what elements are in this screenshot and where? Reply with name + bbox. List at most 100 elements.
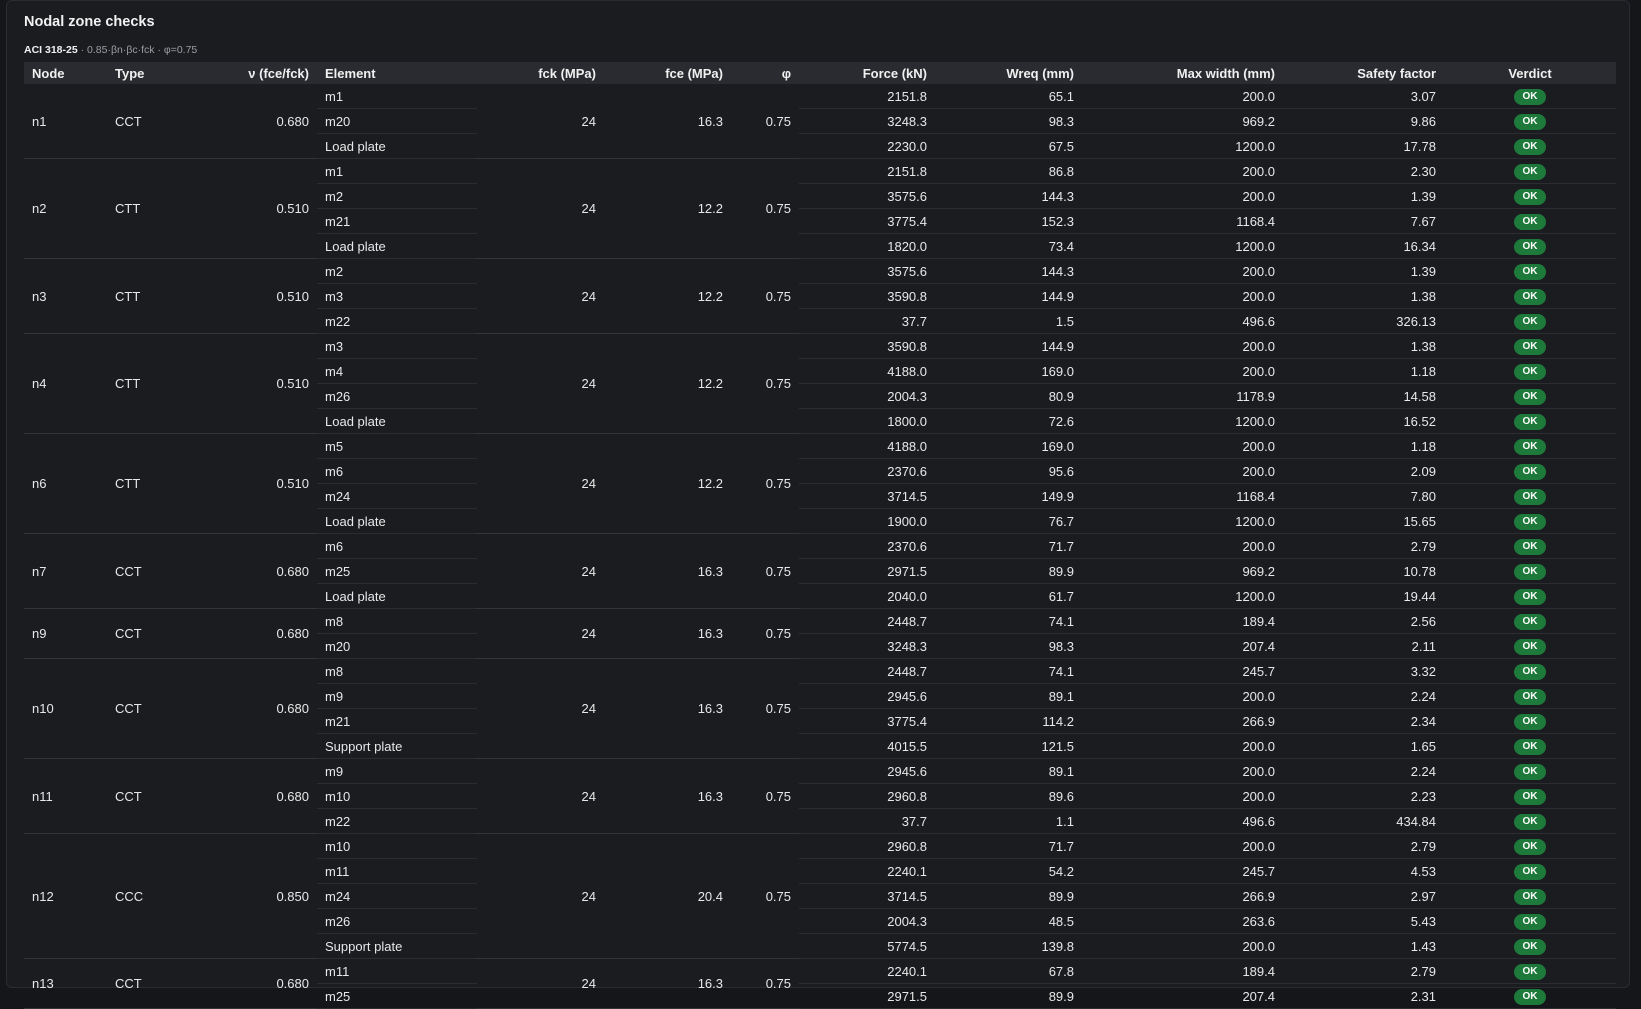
fce-cell: 12.2 <box>604 333 731 434</box>
force-cell: 4188.0 <box>799 358 935 384</box>
max-width-cell: 207.4 <box>1082 983 1283 1009</box>
verdict-cell: OK <box>1444 933 1616 959</box>
ok-badge: OK <box>1514 864 1546 880</box>
force-cell: 2448.7 <box>799 658 935 684</box>
table-row: n1 CCT 0.680 m1 24 16.3 0.75 2151.8 65.1 200.0 3.0… <box>24 84 1616 159</box>
force-cell: 2971.5 <box>799 983 935 1009</box>
safety-factor-cell: 4.53 <box>1283 858 1444 884</box>
fck-cell: 24 <box>477 958 604 1009</box>
wreq-cell: 65.1 <box>935 84 1082 109</box>
max-width-cell: 200.0 <box>1082 833 1283 859</box>
safety-factor-cell: 1.18 <box>1283 358 1444 384</box>
element-cell: m25 <box>317 983 477 1009</box>
col-fce[interactable]: fce (MPa) <box>604 62 731 84</box>
max-width-cell: 200.0 <box>1082 433 1283 459</box>
col-nu[interactable]: ν (fce/fck) <box>197 62 317 84</box>
type-cell: CTT <box>107 333 197 434</box>
verdict-cell: OK <box>1444 783 1616 809</box>
force-cell: 2971.5 <box>799 558 935 584</box>
element-cell: m8 <box>317 608 477 634</box>
wreq-cell: 114.2 <box>935 708 1082 734</box>
max-width-cell: 1200.0 <box>1082 583 1283 609</box>
node-cell: n4 <box>24 333 107 434</box>
wreq-cell: 144.3 <box>935 183 1082 209</box>
fce-cell: 16.3 <box>604 958 731 1009</box>
col-wreq[interactable]: Wreq (mm) <box>935 62 1082 84</box>
ok-badge: OK <box>1514 214 1546 230</box>
wreq-cell: 89.1 <box>935 758 1082 784</box>
force-cell: 3575.6 <box>799 183 935 209</box>
verdict-cell: OK <box>1444 208 1616 234</box>
wreq-cell: 95.6 <box>935 458 1082 484</box>
fck-cell: 24 <box>477 608 604 659</box>
force-cell: 2960.8 <box>799 833 935 859</box>
ok-badge: OK <box>1514 614 1546 630</box>
verdict-cell: OK <box>1444 533 1616 559</box>
fck-cell: 24 <box>477 258 604 334</box>
col-phi[interactable]: φ <box>731 62 799 84</box>
nu-cell: 0.850 <box>197 833 317 959</box>
nu-cell: 0.680 <box>197 533 317 609</box>
verdict-cell: OK <box>1444 383 1616 409</box>
ok-badge: OK <box>1514 814 1546 830</box>
col-safety-factor[interactable]: Safety factor <box>1283 62 1444 84</box>
col-element[interactable]: Element <box>317 62 477 84</box>
force-cell: 2370.6 <box>799 458 935 484</box>
col-fck[interactable]: fck (MPa) <box>477 62 604 84</box>
max-width-cell: 266.9 <box>1082 883 1283 909</box>
col-force[interactable]: Force (kN) <box>799 62 935 84</box>
max-width-cell: 200.0 <box>1082 283 1283 309</box>
fce-cell: 16.3 <box>604 84 731 159</box>
force-cell: 2040.0 <box>799 583 935 609</box>
element-cell: m24 <box>317 883 477 909</box>
ok-badge: OK <box>1514 564 1546 580</box>
wreq-cell: 61.7 <box>935 583 1082 609</box>
force-cell: 4188.0 <box>799 433 935 459</box>
ok-badge: OK <box>1514 989 1546 1005</box>
element-cell: m11 <box>317 958 477 984</box>
wreq-cell: 152.3 <box>935 208 1082 234</box>
element-cell: m3 <box>317 333 477 359</box>
fce-cell: 16.3 <box>604 758 731 834</box>
safety-factor-cell: 19.44 <box>1283 583 1444 609</box>
header-row: Node Type ν (fce/fck) Element fck (MPa) … <box>24 62 1616 84</box>
table-row: n2 CTT 0.510 m1 24 12.2 0.75 2151.8 86.8 200.0 2.3… <box>24 158 1616 259</box>
fce-cell: 16.3 <box>604 658 731 759</box>
verdict-cell: OK <box>1444 258 1616 284</box>
max-width-cell: 1168.4 <box>1082 483 1283 509</box>
wreq-cell: 169.0 <box>935 433 1082 459</box>
fck-cell: 24 <box>477 758 604 834</box>
force-cell: 4015.5 <box>799 733 935 759</box>
force-cell: 2960.8 <box>799 783 935 809</box>
type-cell: CTT <box>107 258 197 334</box>
safety-factor-cell: 3.32 <box>1283 658 1444 684</box>
verdict-cell: OK <box>1444 858 1616 884</box>
wreq-cell: 48.5 <box>935 908 1082 934</box>
element-cell: m25 <box>317 558 477 584</box>
fck-cell: 24 <box>477 533 604 609</box>
col-node[interactable]: Node <box>24 62 107 84</box>
wreq-cell: 139.8 <box>935 933 1082 959</box>
col-type[interactable]: Type <box>107 62 197 84</box>
nu-cell: 0.680 <box>197 758 317 834</box>
force-cell: 1900.0 <box>799 508 935 534</box>
wreq-cell: 89.1 <box>935 683 1082 709</box>
nu-cell: 0.680 <box>197 608 317 659</box>
node-cell: n11 <box>24 758 107 834</box>
col-verdict[interactable]: Verdict <box>1444 62 1616 84</box>
phi-cell: 0.75 <box>731 333 799 434</box>
max-width-cell: 1200.0 <box>1082 408 1283 434</box>
max-width-cell: 969.2 <box>1082 558 1283 584</box>
fck-cell: 24 <box>477 833 604 959</box>
element-cell: m1 <box>317 158 477 184</box>
verdict-cell: OK <box>1444 908 1616 934</box>
safety-factor-cell: 2.34 <box>1283 708 1444 734</box>
node-cell: n12 <box>24 833 107 959</box>
wreq-cell: 1.1 <box>935 808 1082 834</box>
safety-factor-cell: 2.30 <box>1283 158 1444 184</box>
verdict-cell: OK <box>1444 558 1616 584</box>
safety-factor-cell: 10.78 <box>1283 558 1444 584</box>
panel-subtitle: ACI 318-25 · 0.85·βn·βc·fck · φ=0.75 <box>24 44 197 56</box>
col-max-width[interactable]: Max width (mm) <box>1082 62 1283 84</box>
fce-cell: 20.4 <box>604 833 731 959</box>
